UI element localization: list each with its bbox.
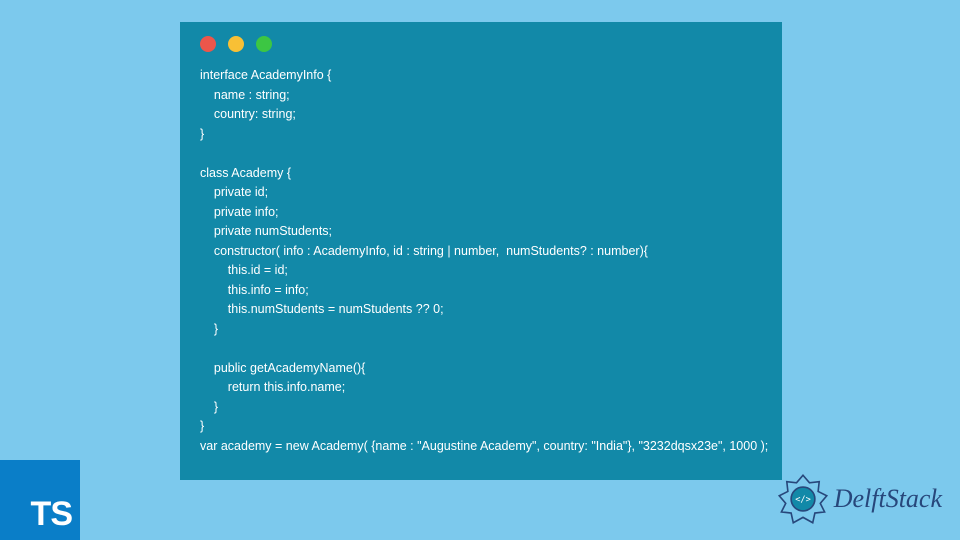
- typescript-badge: TS: [0, 460, 80, 540]
- window-controls: [200, 36, 762, 52]
- code-snippet: interface AcademyInfo { name : string; c…: [200, 66, 762, 456]
- close-icon[interactable]: [200, 36, 216, 52]
- minimize-icon[interactable]: [228, 36, 244, 52]
- maximize-icon[interactable]: [256, 36, 272, 52]
- brand: </> DelftStack: [776, 472, 942, 526]
- brand-logo-icon: </>: [776, 472, 830, 526]
- typescript-label: TS: [31, 495, 72, 534]
- brand-name: DelftStack: [834, 484, 942, 514]
- svg-text:</>: </>: [795, 495, 811, 505]
- code-window: interface AcademyInfo { name : string; c…: [180, 22, 782, 480]
